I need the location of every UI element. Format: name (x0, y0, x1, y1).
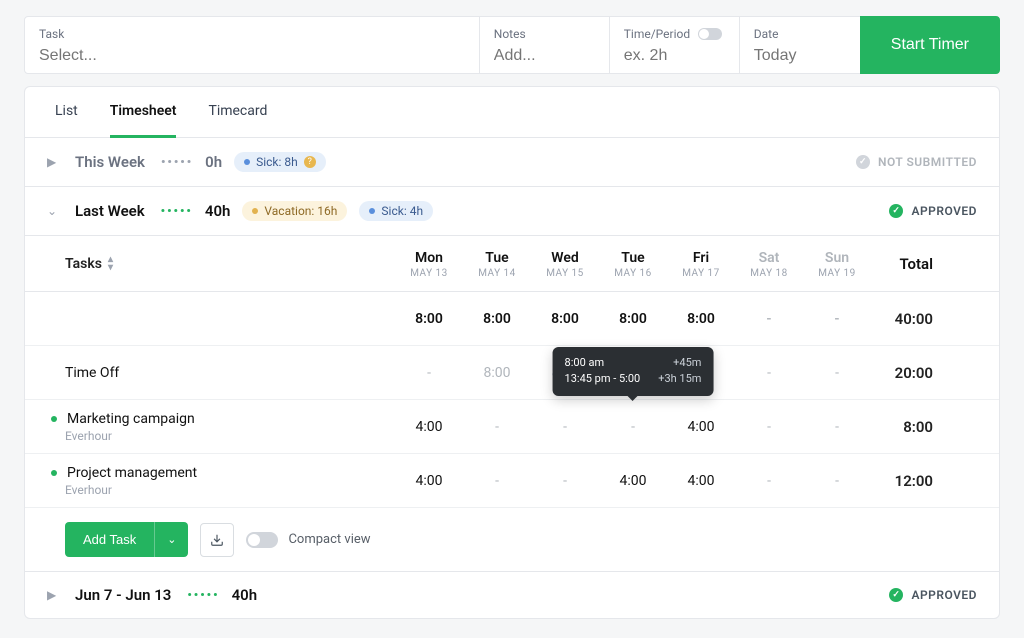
period-dots: ••••• (161, 204, 193, 218)
table-header: Tasks▴▾ MonMAY 13 TueMAY 14 WedMAY 15 Tu… (25, 236, 999, 292)
col-day: MonMAY 13 (395, 236, 463, 291)
status-approved: ✓APPROVED (889, 204, 977, 218)
time-label: Time/Period (624, 27, 725, 41)
task-label: Task (39, 27, 465, 41)
status-approved: ✓APPROVED (889, 588, 977, 602)
time-cell[interactable]: - (803, 365, 871, 381)
tab-timesheet[interactable]: Timesheet (110, 87, 177, 138)
download-icon (210, 533, 224, 547)
download-button[interactable] (200, 523, 234, 557)
task-name: Project management (67, 465, 197, 481)
table-row: Marketing campaign Everhour 4:00 - - - 4:… (25, 400, 999, 454)
period-last-week[interactable]: ⌄ Last Week ••••• 40h Vacation: 16h Sick… (25, 187, 999, 236)
time-cell[interactable]: - (395, 365, 463, 381)
time-input[interactable] (624, 47, 725, 65)
task-project: Everhour (65, 429, 395, 443)
compact-view-control: Compact view (246, 532, 370, 548)
date-label: Date (754, 27, 846, 41)
col-day: TueMAY 16 (599, 236, 667, 291)
notes-field[interactable]: Notes (480, 16, 610, 74)
period-dots: ••••• (187, 588, 219, 602)
timesheet-card: List Timesheet Timecard ▶ This Week ••••… (24, 86, 1000, 619)
time-cell[interactable]: - (531, 473, 599, 489)
chevron-right-icon[interactable]: ▶ (47, 588, 63, 602)
time-cell[interactable]: 8:00 (463, 365, 531, 381)
col-day: TueMAY 14 (463, 236, 531, 291)
status-dot-icon (51, 416, 57, 422)
tab-list[interactable]: List (55, 87, 78, 137)
period-hours: 0h (205, 153, 222, 171)
time-cell[interactable]: - (735, 473, 803, 489)
col-tasks[interactable]: Tasks▴▾ (25, 256, 395, 272)
time-cell[interactable]: 4:00 (667, 419, 735, 435)
table-row: Time Off - 8:00 8:00 8:00 am+45m 13:45 p… (25, 346, 999, 400)
time-cell[interactable]: 4:00 (395, 419, 463, 435)
sick-pill: Sick: 8h? (234, 152, 326, 172)
period-hours: 40h (205, 202, 231, 220)
tabs: List Timesheet Timecard (25, 87, 999, 138)
time-cell[interactable]: 4:00 (667, 473, 735, 489)
period-title: This Week (75, 153, 145, 171)
time-cell[interactable]: - (463, 419, 531, 435)
chevron-down-icon[interactable]: ⌄ (47, 204, 63, 218)
row-total: 12:00 (871, 472, 961, 490)
start-timer-button[interactable]: Start Timer (860, 16, 1000, 74)
period-dots: ••••• (161, 155, 193, 169)
time-cell[interactable]: - (735, 365, 803, 381)
col-day: WedMAY 15 (531, 236, 599, 291)
add-task-dropdown[interactable]: ⌄ (154, 522, 188, 557)
col-day: SunMAY 19 (803, 236, 871, 291)
add-task-button[interactable]: Add Task (65, 522, 154, 557)
row-summary: 8:00 8:00 8:00 8:00 8:00 - - 40:00 (25, 292, 999, 346)
row-total: 8:00 (871, 418, 961, 436)
notes-input[interactable] (494, 47, 595, 65)
time-cell[interactable]: - (463, 473, 531, 489)
compact-label: Compact view (288, 532, 370, 547)
period-title: Last Week (75, 202, 145, 220)
add-task-split-button: Add Task ⌄ (65, 522, 188, 557)
time-cell[interactable]: - (735, 419, 803, 435)
vacation-pill: Vacation: 16h (242, 201, 347, 221)
time-cell[interactable]: - (803, 473, 871, 489)
entry-bar: Task Notes Time/Period Date Start Timer (0, 0, 1024, 86)
period-this-week[interactable]: ▶ This Week ••••• 0h Sick: 8h? ✓NOT SUBM… (25, 138, 999, 187)
time-cell[interactable]: 4:00 (395, 473, 463, 489)
task-field[interactable]: Task (24, 16, 480, 74)
sick-pill: Sick: 4h (359, 201, 433, 221)
time-cell[interactable]: - (599, 419, 667, 435)
time-field[interactable]: Time/Period (610, 16, 740, 74)
task-name: Marketing campaign (67, 411, 195, 427)
task-name: Time Off (65, 365, 395, 381)
help-icon[interactable]: ? (304, 156, 316, 168)
check-icon: ✓ (856, 155, 870, 169)
tab-timecard[interactable]: Timecard (208, 87, 267, 137)
col-day: SatMAY 18 (735, 236, 803, 291)
task-project: Everhour (65, 483, 395, 497)
status-dot-icon (51, 470, 57, 476)
period-hours: 40h (232, 586, 258, 604)
period-toggle[interactable] (698, 28, 722, 40)
status-not-submitted: ✓NOT SUBMITTED (856, 155, 977, 169)
period-title: Jun 7 - Jun 13 (75, 586, 171, 604)
period-prev[interactable]: ▶ Jun 7 - Jun 13 ••••• 40h ✓APPROVED (25, 572, 999, 618)
time-cell[interactable]: - (531, 419, 599, 435)
col-total: Total (871, 255, 961, 273)
task-input[interactable] (39, 47, 465, 65)
sort-icon: ▴▾ (108, 256, 113, 272)
chevron-right-icon[interactable]: ▶ (47, 155, 63, 169)
compact-toggle[interactable] (246, 532, 278, 548)
table-footer: Add Task ⌄ Compact view (25, 508, 999, 572)
time-cell[interactable]: 4:00 (599, 473, 667, 489)
date-input[interactable] (754, 47, 846, 65)
date-field[interactable]: Date (740, 16, 860, 74)
table-row: Project management Everhour 4:00 - - 4:00… (25, 454, 999, 508)
check-icon: ✓ (889, 588, 903, 602)
time-tooltip: 8:00 am+45m 13:45 pm - 5:00+3h 15m (553, 347, 714, 396)
check-icon: ✓ (889, 204, 903, 218)
row-total: 20:00 (871, 364, 961, 382)
time-cell[interactable]: - (803, 419, 871, 435)
notes-label: Notes (494, 27, 595, 41)
col-day: FriMAY 17 (667, 236, 735, 291)
